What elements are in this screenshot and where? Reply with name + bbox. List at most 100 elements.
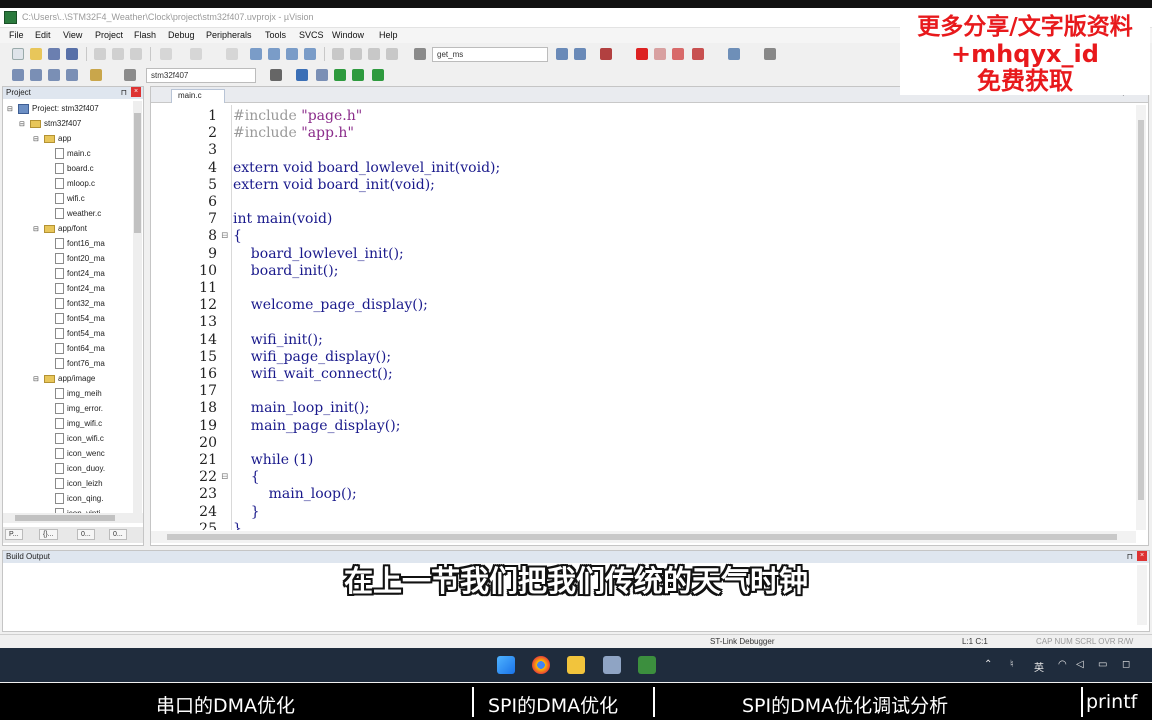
code-line[interactable]: 14 wifi_init(); <box>151 332 1136 349</box>
collapse-icon[interactable]: ⊟ <box>33 225 41 233</box>
code-line[interactable]: 24 } <box>151 504 1136 521</box>
tray-chevron-icon[interactable]: ⌃ <box>984 659 992 670</box>
rebuild-icon[interactable] <box>48 69 60 81</box>
project-tree-hscrollbar[interactable] <box>3 513 143 523</box>
start-icon[interactable] <box>497 656 515 674</box>
code-line[interactable]: 5 extern void board_init(void); <box>151 177 1136 194</box>
collapse-icon[interactable]: ⊟ <box>33 375 41 383</box>
code-line[interactable]: 9 board_lowlevel_init(); <box>151 246 1136 263</box>
target-options-icon[interactable] <box>124 69 136 81</box>
redo-icon[interactable] <box>190 48 202 60</box>
window-layout-icon[interactable] <box>728 48 740 60</box>
file-extensions-icon[interactable] <box>316 69 328 81</box>
volume-icon[interactable]: ◁ <box>1076 659 1084 670</box>
ime-indicator[interactable]: 英 <box>1034 659 1044 674</box>
nav-back-icon[interactable] <box>226 48 238 60</box>
menu-svcs[interactable]: SVCS <box>299 30 324 40</box>
tree-item-folder[interactable]: ⊟ app/font <box>33 221 87 236</box>
configure-icon[interactable] <box>764 48 776 60</box>
collapse-icon[interactable]: ⊟ <box>19 120 27 128</box>
code-line[interactable]: 12 welcome_page_display(); <box>151 297 1136 314</box>
menu-view[interactable]: View <box>63 30 82 40</box>
tree-item-file[interactable]: font16_ma <box>55 236 105 251</box>
menu-project[interactable]: Project <box>95 30 123 40</box>
tree-item-file[interactable]: font54_ma <box>55 326 105 341</box>
debug-session-icon[interactable] <box>600 48 612 60</box>
save-all-icon[interactable] <box>66 48 78 60</box>
editor-vscrollbar[interactable] <box>1136 105 1146 530</box>
code-line[interactable]: 23 main_loop(); <box>151 486 1136 503</box>
tree-item-file[interactable]: font24_ma <box>55 266 105 281</box>
options-for-target-icon[interactable] <box>270 69 282 81</box>
tree-item-file[interactable]: font32_ma <box>55 296 105 311</box>
tree-item-file[interactable]: font64_ma <box>55 341 105 356</box>
tree-item-file[interactable]: main.c <box>55 146 91 161</box>
chapter-spi-dma-debug[interactable]: SPI的DMA优化调试分析 <box>742 691 948 718</box>
tab-main-c[interactable]: main.c <box>171 89 225 103</box>
tab-functions[interactable]: 0... <box>77 529 95 540</box>
bookmark-next-icon[interactable] <box>304 48 316 60</box>
tree-item-file[interactable]: icon_wenc <box>55 446 105 461</box>
code-line[interactable]: 3 <box>151 142 1136 159</box>
bookmark-prev-icon[interactable] <box>286 48 298 60</box>
chapter-uart-dma[interactable]: 串口的DMA优化 <box>156 691 295 718</box>
notepad-icon[interactable] <box>603 656 621 674</box>
editor-hscrollbar[interactable] <box>151 531 1136 543</box>
code-line[interactable]: 4 extern void board_lowlevel_init(void); <box>151 160 1136 177</box>
menu-peripherals[interactable]: Peripherals <box>206 30 252 40</box>
collapse-icon[interactable]: ⊟ <box>33 135 41 143</box>
battery-icon[interactable]: ▭ <box>1098 659 1107 670</box>
tree-item-file[interactable]: img_meih <box>55 386 102 401</box>
open-file-icon[interactable] <box>30 48 42 60</box>
collapse-icon[interactable]: ⊟ <box>7 105 15 113</box>
tree-item-file[interactable]: font76_ma <box>55 356 105 371</box>
fold-marker[interactable]: ⊟ <box>221 228 231 245</box>
paste-icon[interactable] <box>130 48 142 60</box>
code-line[interactable]: 1 #include "page.h" <box>151 108 1136 125</box>
code-line[interactable]: 17 <box>151 383 1136 400</box>
code-line[interactable]: 21 while (1) <box>151 452 1136 469</box>
menu-flash[interactable]: Flash <box>134 30 156 40</box>
tree-item-folder[interactable]: ⊟ app/image <box>33 371 95 386</box>
code-line[interactable]: 22 ⊟ { <box>151 469 1136 486</box>
code-line[interactable]: 7 int main(void) <box>151 211 1136 228</box>
clear-breakpoints-icon[interactable] <box>672 48 684 60</box>
find-combo[interactable]: get_ms <box>432 47 548 62</box>
manage-components-icon[interactable] <box>296 69 308 81</box>
tree-item-file[interactable]: icon_leizh <box>55 476 103 491</box>
build-icon[interactable] <box>30 69 42 81</box>
code-line[interactable]: 8 ⊟{ <box>151 228 1136 245</box>
tree-item-file[interactable]: weather.c <box>55 206 101 221</box>
tree-item-file[interactable]: icon_duoy. <box>55 461 105 476</box>
notification-icon[interactable]: ◻ <box>1122 659 1130 670</box>
comment-icon[interactable] <box>368 48 380 60</box>
tree-item-file[interactable]: img_wifi.c <box>55 416 102 431</box>
menu-window[interactable]: Window <box>332 30 364 40</box>
code-line[interactable]: 6 <box>151 194 1136 211</box>
microphone-icon[interactable]: ♮ <box>1010 659 1014 670</box>
target-combo[interactable]: stm32f407 <box>146 68 256 83</box>
chrome-icon[interactable] <box>532 656 550 674</box>
tree-item-file[interactable]: wifi.c <box>55 191 85 206</box>
batch-build-icon[interactable] <box>66 69 78 81</box>
breakpoint-icon[interactable] <box>636 48 648 60</box>
project-tree-scrollbar[interactable] <box>133 101 142 516</box>
code-line[interactable]: 25} <box>151 521 1136 530</box>
new-file-icon[interactable] <box>12 48 24 60</box>
tab-books[interactable]: {}... <box>39 529 58 540</box>
tree-item-file[interactable]: img_error. <box>55 401 103 416</box>
download-icon[interactable] <box>90 69 102 81</box>
find-icon[interactable] <box>556 48 568 60</box>
code-line[interactable]: 10 board_init(); <box>151 263 1136 280</box>
tab-project[interactable]: P... <box>5 529 23 540</box>
close-icon[interactable]: × <box>131 87 141 97</box>
fold-marker[interactable]: ⊟ <box>221 469 231 486</box>
wifi-icon[interactable]: ◠ <box>1058 659 1067 670</box>
chapter-printf[interactable]: printf <box>1086 691 1137 713</box>
tree-item-file[interactable]: font54_ma <box>55 311 105 326</box>
tree-item-file[interactable]: board.c <box>55 161 94 176</box>
pack-installer-icon[interactable] <box>334 69 346 81</box>
tree-item-folder[interactable]: ⊟ stm32f407 <box>19 116 81 131</box>
translate-icon[interactable] <box>12 69 24 81</box>
code-line[interactable]: 16 wifi_wait_connect(); <box>151 366 1136 383</box>
